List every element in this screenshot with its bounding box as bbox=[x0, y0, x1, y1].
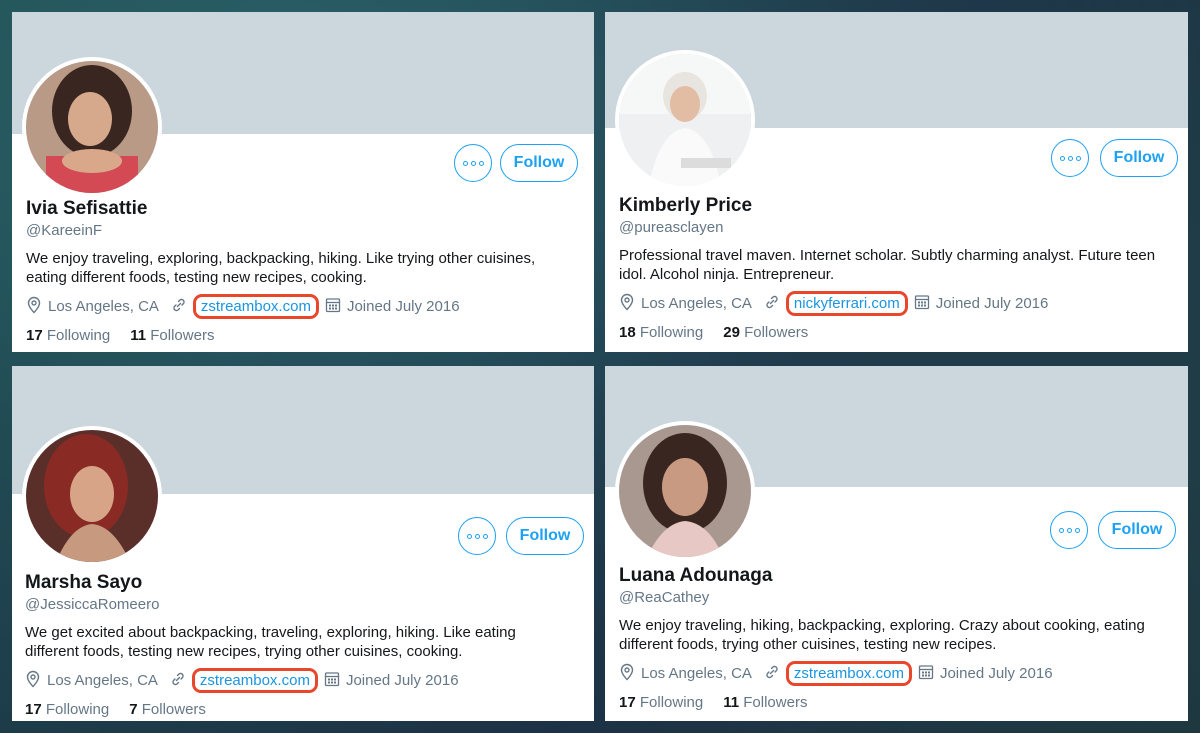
profile-bio: Professional travel maven. Internet scho… bbox=[619, 247, 1156, 283]
profile-stats: 17 Following 11 Followers bbox=[619, 694, 807, 711]
link-icon bbox=[170, 671, 186, 691]
followers-label: Followers bbox=[150, 327, 215, 344]
followers-count: 11 bbox=[723, 694, 740, 711]
profile-location: Los Angeles, CA bbox=[641, 665, 752, 682]
website-link-text[interactable]: nickyferrari.com bbox=[794, 295, 900, 312]
profile-meta: Los Angeles, CA zstreambox.com Joined Ju… bbox=[619, 661, 1053, 686]
following-link[interactable]: 18 Following bbox=[619, 324, 703, 341]
more-options-button[interactable] bbox=[1051, 139, 1089, 177]
following-label: Following bbox=[45, 701, 110, 718]
profile-bio: We get excited about backpacking, travel… bbox=[25, 624, 516, 660]
profile-meta: Los Angeles, CA zstreambox.com Joined Ju… bbox=[25, 668, 459, 693]
following-label: Following bbox=[639, 324, 704, 341]
link-icon bbox=[764, 664, 780, 684]
following-link[interactable]: 17 Following bbox=[619, 694, 703, 711]
more-options-button[interactable] bbox=[1050, 511, 1088, 549]
avatar[interactable] bbox=[22, 57, 162, 197]
profile-stats: 17 Following 7 Followers bbox=[25, 701, 206, 718]
following-link[interactable]: 17 Following bbox=[26, 327, 110, 344]
profile-name: Kimberly Price bbox=[619, 195, 753, 216]
avatar[interactable] bbox=[615, 50, 755, 190]
followers-label: Followers bbox=[141, 701, 206, 718]
more-options-button[interactable] bbox=[454, 144, 492, 182]
following-count: 17 bbox=[26, 327, 43, 344]
location-pin-icon bbox=[619, 663, 635, 685]
profile-meta: Los Angeles, CA nickyferrari.com Joined … bbox=[619, 291, 1048, 316]
website-link[interactable]: nickyferrari.com bbox=[785, 291, 908, 316]
profile-card: Follow Marsha Sayo @JessiccaRomeero We g… bbox=[12, 366, 594, 721]
followers-link[interactable]: 11 Followers bbox=[723, 694, 807, 711]
following-count: 18 bbox=[619, 324, 636, 341]
profile-card: Follow Ivia Sefisattie @KareeinF We enjo… bbox=[12, 12, 594, 352]
website-link[interactable]: zstreambox.com bbox=[785, 661, 912, 686]
joined-date: Joined July 2016 bbox=[346, 298, 460, 315]
calendar-icon bbox=[324, 671, 340, 691]
link-icon bbox=[171, 297, 187, 317]
profile-meta: Los Angeles, CA zstreambox.com Joined Ju… bbox=[26, 294, 460, 319]
followers-link[interactable]: 29 Followers bbox=[723, 324, 808, 341]
followers-count: 11 bbox=[130, 327, 147, 344]
follow-button[interactable]: Follow bbox=[500, 144, 578, 182]
more-options-icon bbox=[462, 160, 468, 166]
following-label: Following bbox=[639, 694, 704, 711]
location-pin-icon bbox=[25, 670, 41, 692]
profile-location: Los Angeles, CA bbox=[47, 672, 158, 689]
profile-handle: @KareeinF bbox=[26, 222, 103, 239]
website-link[interactable]: zstreambox.com bbox=[192, 294, 319, 319]
following-link[interactable]: 17 Following bbox=[25, 701, 109, 718]
profile-location: Los Angeles, CA bbox=[48, 298, 159, 315]
more-options-button[interactable] bbox=[458, 517, 496, 555]
joined-date: Joined July 2016 bbox=[939, 665, 1053, 682]
followers-link[interactable]: 7 Followers bbox=[129, 701, 206, 718]
follow-button[interactable]: Follow bbox=[1100, 139, 1178, 177]
more-options-icon bbox=[1058, 527, 1064, 533]
website-link-text[interactable]: zstreambox.com bbox=[200, 672, 310, 689]
followers-count: 7 bbox=[129, 701, 138, 718]
avatar[interactable] bbox=[615, 421, 755, 561]
profile-name: Ivia Sefisattie bbox=[26, 198, 148, 219]
followers-link[interactable]: 11 Followers bbox=[130, 327, 214, 344]
avatar[interactable] bbox=[22, 426, 162, 566]
website-link-text[interactable]: zstreambox.com bbox=[201, 298, 311, 315]
joined-date: Joined July 2016 bbox=[345, 672, 459, 689]
profile-bio: We enjoy traveling, exploring, backpacki… bbox=[26, 250, 536, 286]
profile-location: Los Angeles, CA bbox=[641, 295, 752, 312]
profile-name: Luana Adounaga bbox=[619, 565, 773, 586]
followers-label: Followers bbox=[744, 324, 809, 341]
website-link[interactable]: zstreambox.com bbox=[191, 668, 318, 693]
profile-card: Follow Kimberly Price @pureasclayen Prof… bbox=[605, 12, 1188, 352]
profile-stats: 17 Following 11 Followers bbox=[26, 327, 214, 344]
profile-handle: @pureasclayen bbox=[619, 219, 724, 236]
following-count: 17 bbox=[619, 694, 636, 711]
location-pin-icon bbox=[619, 293, 635, 315]
profile-card: Follow Luana Adounaga @ReaCathey We enjo… bbox=[605, 366, 1188, 721]
profile-handle: @JessiccaRomeero bbox=[25, 596, 160, 613]
location-pin-icon bbox=[26, 296, 42, 318]
profile-handle: @ReaCathey bbox=[619, 589, 710, 606]
follow-button[interactable]: Follow bbox=[1098, 511, 1176, 549]
link-icon bbox=[764, 294, 780, 314]
profile-name: Marsha Sayo bbox=[25, 572, 143, 593]
more-options-icon bbox=[1059, 155, 1065, 161]
followers-label: Followers bbox=[743, 694, 808, 711]
joined-date: Joined July 2016 bbox=[935, 295, 1049, 312]
more-options-icon bbox=[466, 533, 472, 539]
profile-stats: 18 Following 29 Followers bbox=[619, 324, 808, 341]
following-label: Following bbox=[46, 327, 111, 344]
following-count: 17 bbox=[25, 701, 42, 718]
calendar-icon bbox=[325, 297, 341, 317]
followers-count: 29 bbox=[723, 324, 740, 341]
profile-bio: We enjoy traveling, hiking, backpacking,… bbox=[619, 617, 1145, 653]
calendar-icon bbox=[918, 664, 934, 684]
calendar-icon bbox=[914, 294, 930, 314]
website-link-text[interactable]: zstreambox.com bbox=[794, 665, 904, 682]
follow-button[interactable]: Follow bbox=[506, 517, 584, 555]
